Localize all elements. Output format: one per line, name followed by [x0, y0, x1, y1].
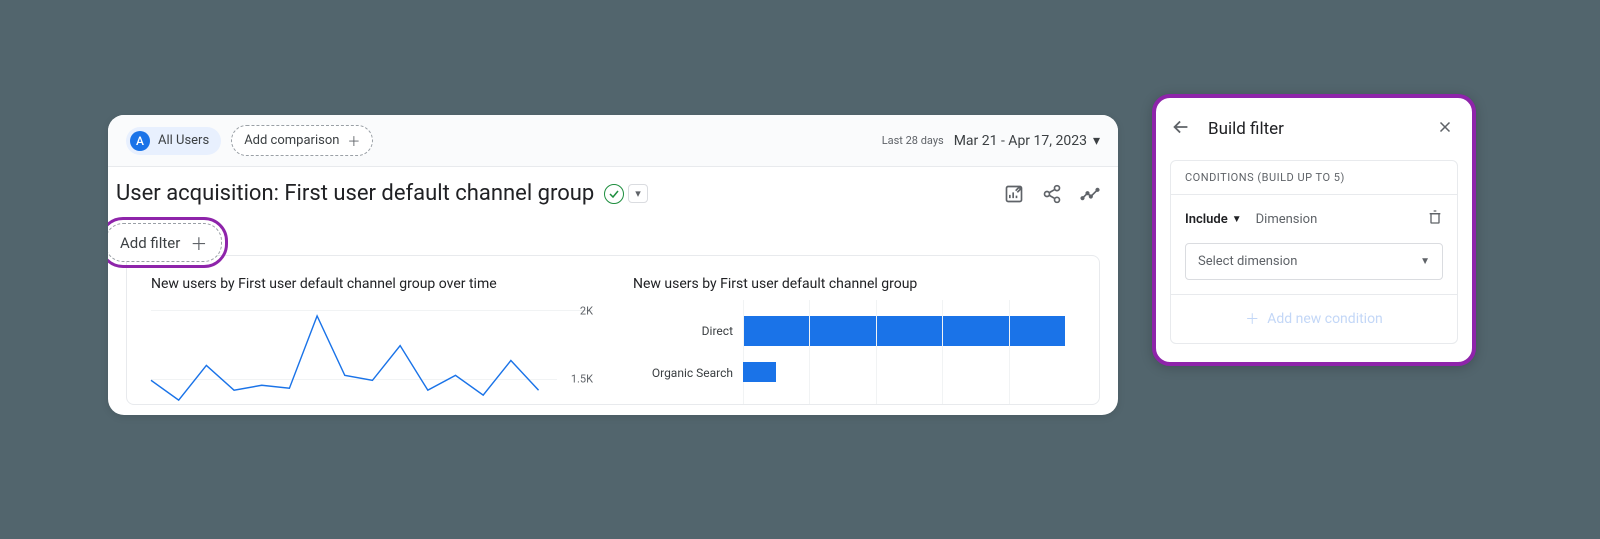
select-dimension-label: Select dimension [1198, 254, 1297, 269]
title-row: User acquisition: First user default cha… [108, 167, 1118, 210]
dimension-label: Dimension [1256, 212, 1413, 227]
bar-fill-organic-search [743, 362, 776, 382]
chevron-down-icon: ▾ [1093, 133, 1100, 149]
line-chart-title: New users by First user default channel … [151, 276, 593, 292]
include-label: Include [1185, 212, 1228, 227]
date-preset-label: Last 28 days [882, 134, 944, 147]
condition-row: Include ▼ Dimension [1171, 195, 1457, 243]
plus-icon: ＋ [190, 230, 207, 255]
page-title: User acquisition: First user default cha… [116, 181, 594, 206]
analytics-report-panel: A All Users Add comparison ＋ Last 28 day… [108, 115, 1118, 415]
add-comparison-label: Add comparison [244, 133, 339, 148]
add-filter-button[interactable]: Add filter ＋ [108, 223, 222, 262]
include-exclude-dropdown[interactable]: Include ▼ [1185, 212, 1242, 227]
plus-icon: ＋ [347, 131, 360, 150]
customize-report-icon[interactable] [1004, 184, 1024, 204]
segment-chip-all-users[interactable]: A All Users [126, 127, 221, 155]
add-comparison-button[interactable]: Add comparison ＋ [231, 125, 373, 156]
charts-card: New users by First user default channel … [126, 255, 1100, 405]
verified-check-icon [604, 184, 624, 204]
top-bar: A All Users Add comparison ＋ Last 28 day… [108, 115, 1118, 167]
bar-label-direct: Direct [633, 324, 743, 338]
bar-chart-section: New users by First user default channel … [633, 276, 1075, 404]
title-actions [1004, 184, 1100, 204]
share-icon[interactable] [1042, 184, 1062, 204]
y-tick-1-5k: 1.5K [571, 373, 593, 386]
line-chart-section: New users by First user default channel … [151, 276, 593, 404]
select-dimension-dropdown[interactable]: Select dimension ▼ [1185, 243, 1443, 280]
chevron-down-icon: ▼ [1232, 214, 1242, 225]
add-filter-highlight: Add filter ＋ [108, 217, 228, 268]
date-range-picker[interactable]: Last 28 days Mar 21 - Apr 17, 2023 ▾ [882, 133, 1100, 149]
filter-panel-header: Build filter [1156, 98, 1472, 160]
delete-condition-icon[interactable] [1427, 209, 1443, 229]
conditions-header: Conditions (build up to 5) [1171, 161, 1457, 195]
chevron-down-icon: ▼ [1420, 256, 1430, 267]
segment-badge-icon: A [130, 131, 150, 151]
back-arrow-icon[interactable] [1166, 112, 1196, 146]
insights-icon[interactable] [1080, 184, 1100, 204]
add-condition-label: Add new condition [1267, 311, 1383, 327]
date-range-text: Mar 21 - Apr 17, 2023 [954, 133, 1087, 149]
filter-panel-title: Build filter [1208, 119, 1432, 139]
bar-row-organic-search: Organic Search [633, 352, 1075, 394]
segment-label: All Users [158, 133, 209, 148]
y-tick-2k: 2K [580, 305, 593, 318]
add-filter-label: Add filter [120, 234, 180, 252]
plus-icon: ＋ [1245, 309, 1259, 329]
conditions-card: Conditions (build up to 5) Include ▼ Dim… [1170, 160, 1458, 344]
build-filter-panel: Build filter Conditions (build up to 5) … [1152, 94, 1476, 366]
add-new-condition-button[interactable]: ＋ Add new condition [1171, 294, 1457, 343]
line-chart-svg [151, 311, 557, 405]
bar-fill-direct [743, 316, 1065, 346]
bar-chart-title: New users by First user default channel … [633, 276, 1075, 292]
bar-row-direct: Direct [633, 310, 1075, 352]
close-icon[interactable] [1432, 114, 1458, 144]
bar-label-organic-search: Organic Search [633, 366, 743, 380]
title-dropdown[interactable]: ▾ [628, 184, 648, 203]
bar-chart: Direct Organic Search [633, 310, 1075, 394]
line-chart: 2K 1.5K [151, 310, 593, 405]
